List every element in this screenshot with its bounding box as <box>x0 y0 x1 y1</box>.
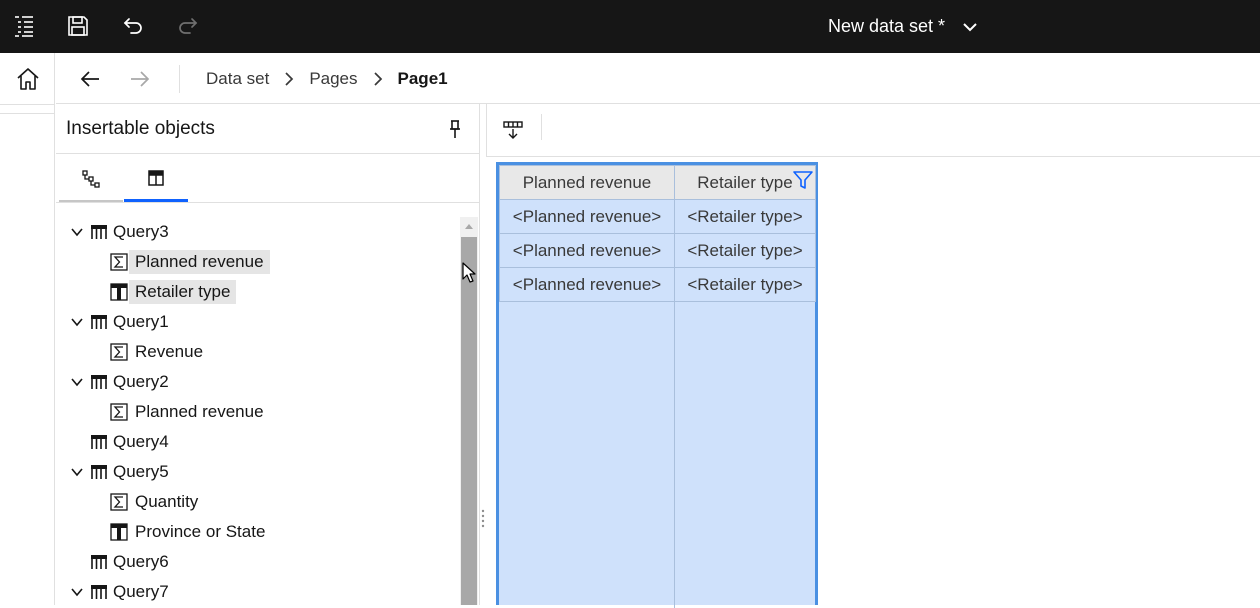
tree-item[interactable]: Query1 <box>68 307 175 337</box>
chevron-right-icon <box>283 71 295 86</box>
tab-source[interactable] <box>59 162 123 202</box>
table-row: <Planned revenue> <Retailer type> <box>499 233 816 268</box>
list-table: Planned revenue Retailer type <Planned r… <box>499 165 816 302</box>
filter-icon[interactable] <box>792 169 814 191</box>
list-cell[interactable]: <Planned revenue> <box>499 199 675 234</box>
chevron-down-icon[interactable] <box>68 463 86 481</box>
query-icon <box>89 312 109 332</box>
table-row: <Planned revenue> <Retailer type> <box>499 199 816 234</box>
tab-data-items[interactable] <box>124 162 188 202</box>
column-icon <box>109 522 129 542</box>
breadcrumb-page1: Page1 <box>397 68 448 88</box>
document-title-text: New data set * <box>828 16 946 36</box>
tree-item-label: Revenue <box>135 342 204 361</box>
report-canvas: Planned revenue Retailer type <Planned r… <box>486 104 1260 608</box>
tree-item[interactable]: Province or State <box>109 517 271 547</box>
list-cell[interactable]: <Retailer type> <box>674 267 816 302</box>
list-column-divider <box>674 301 675 608</box>
tree-scrollbar[interactable] <box>460 217 478 605</box>
tree-item[interactable]: Retailer type <box>109 277 237 307</box>
top-bar: New data set * <box>0 0 1260 53</box>
pin-icon[interactable] <box>444 118 466 140</box>
tree-item-label: Query6 <box>113 552 169 571</box>
save-icon[interactable] <box>56 4 100 48</box>
tree-item-label: Quantity <box>135 492 199 511</box>
list-header-row: Planned revenue Retailer type <box>499 165 816 200</box>
insertable-objects-panel: Insertable objects Query3 Planned revenue… <box>56 104 480 605</box>
list-cell[interactable]: <Planned revenue> <box>499 267 675 302</box>
left-rail <box>0 53 55 605</box>
sigma-icon <box>109 342 129 362</box>
tree-item-label: Planned revenue <box>129 250 270 274</box>
list-cell[interactable]: <Retailer type> <box>674 233 816 268</box>
tree-item-label: Planned revenue <box>135 402 264 421</box>
tree-item[interactable]: Revenue <box>109 337 209 367</box>
query-icon <box>89 582 109 602</box>
canvas-toolbar <box>486 104 1260 157</box>
list-header-planned-revenue[interactable]: Planned revenue <box>499 165 675 200</box>
list-cell[interactable]: <Planned revenue> <box>499 233 675 268</box>
scroll-up-icon[interactable] <box>460 217 478 235</box>
menu-icon[interactable] <box>2 4 46 48</box>
column-icon <box>109 282 129 302</box>
panel-header: Insertable objects <box>56 104 480 154</box>
tree-item[interactable]: Planned revenue <box>109 247 270 277</box>
tree-item[interactable]: Query6 <box>68 547 175 577</box>
home-icon[interactable] <box>0 53 55 105</box>
query-icon <box>89 222 109 242</box>
data-items-icon <box>146 168 166 193</box>
chevron-down-icon[interactable] <box>68 373 86 391</box>
breadcrumb: Data set Pages Page1 <box>206 53 448 104</box>
tree-item-label: Province or State <box>135 522 266 541</box>
list-cell[interactable]: <Retailer type> <box>674 199 816 234</box>
list-object[interactable]: Planned revenue Retailer type <Planned r… <box>496 162 818 608</box>
chevron-down-icon[interactable] <box>68 583 86 601</box>
panel-tabs <box>56 154 480 203</box>
redo-icon[interactable] <box>166 4 210 48</box>
tree-item-label: Query3 <box>113 222 169 241</box>
chevron-right-icon <box>372 71 384 86</box>
breadcrumb-pages[interactable]: Pages <box>309 69 357 89</box>
chevron-down-icon[interactable] <box>68 223 86 241</box>
tree-item-label: Query4 <box>113 432 169 451</box>
sigma-icon <box>109 492 129 512</box>
insert-column-icon[interactable] <box>497 114 529 146</box>
rail-divider <box>0 113 55 114</box>
tree-item-label: Query7 <box>113 582 169 601</box>
sigma-icon <box>109 402 129 422</box>
drag-handle-icon <box>481 509 485 528</box>
tree-item[interactable]: Query3 <box>68 217 175 247</box>
toolbar-divider <box>541 114 542 140</box>
query-icon <box>89 372 109 392</box>
query-icon <box>89 552 109 572</box>
tree-item-label: Retailer type <box>129 280 237 304</box>
tree-item[interactable]: Query5 <box>68 457 175 487</box>
panel-title: Insertable objects <box>66 118 215 139</box>
query-icon <box>89 432 109 452</box>
tree-item[interactable]: Planned revenue <box>109 397 270 427</box>
tree-item-label: Query5 <box>113 462 169 481</box>
table-row: <Planned revenue> <Retailer type> <box>499 267 816 302</box>
arrow-left-icon[interactable] <box>70 59 110 99</box>
breadcrumb-data-set[interactable]: Data set <box>206 69 269 89</box>
tree-item[interactable]: Query4 <box>68 427 175 457</box>
tree-item[interactable]: Query2 <box>68 367 175 397</box>
chevron-down-icon[interactable] <box>68 313 86 331</box>
tree-item-label: Query1 <box>113 312 169 331</box>
chevron-down-icon[interactable] <box>961 18 979 36</box>
source-tree-icon <box>81 169 101 194</box>
arrow-right-icon[interactable] <box>120 59 160 99</box>
breadcrumb-divider <box>179 65 180 93</box>
tree-item-label: Query2 <box>113 372 169 391</box>
document-title[interactable]: New data set * <box>828 0 979 53</box>
query-icon <box>89 462 109 482</box>
tree-item[interactable]: Quantity <box>109 487 204 517</box>
sigma-icon <box>109 252 129 272</box>
tree-item[interactable]: Query7 <box>68 577 175 607</box>
breadcrumb-bar: Data set Pages Page1 <box>56 53 1260 104</box>
undo-icon[interactable] <box>111 4 155 48</box>
scrollbar-thumb[interactable] <box>461 237 477 605</box>
